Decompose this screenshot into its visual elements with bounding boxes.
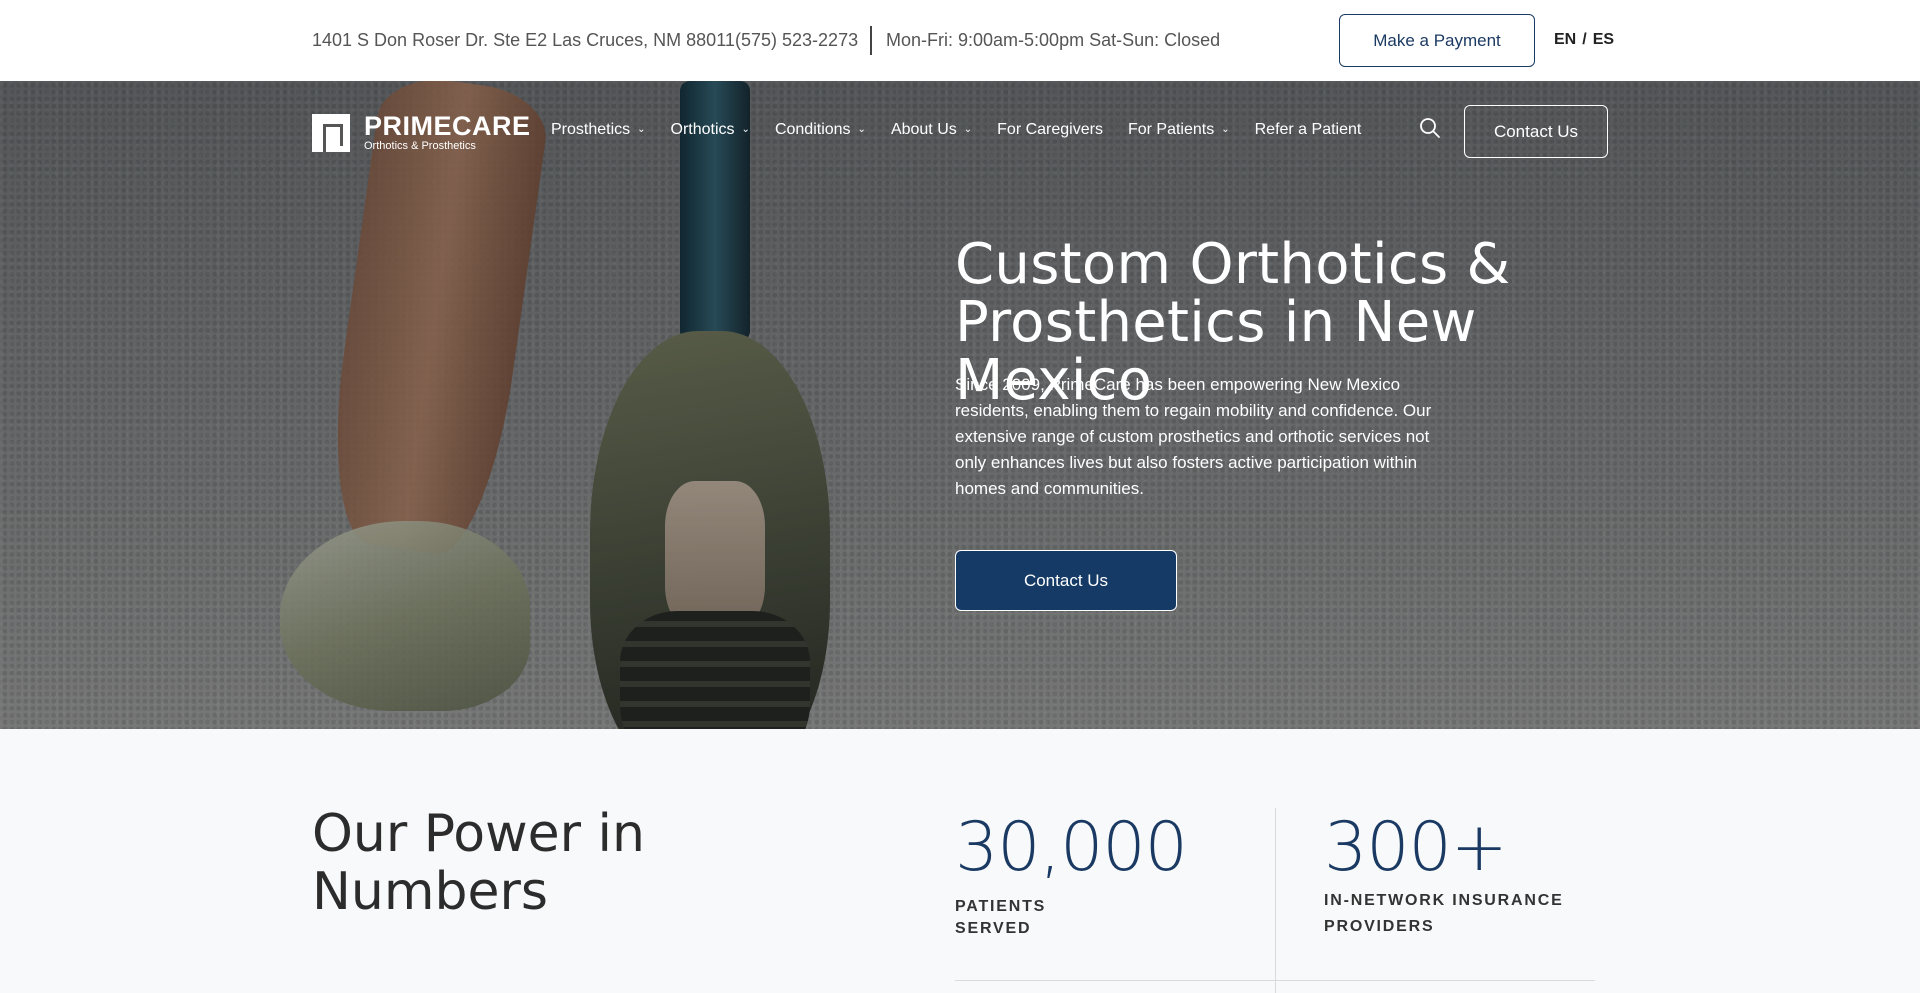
nav-item-for-caregivers[interactable]: For Caregivers (997, 121, 1103, 139)
chevron-down-icon: ⌄ (1221, 123, 1230, 135)
nav-item-label: Conditions (774, 121, 851, 138)
nav-item-refer-a-patient[interactable]: Refer a Patient (1255, 121, 1362, 139)
address[interactable]: 1401 S Don Roser Dr. Ste E2 Las Cruces, … (312, 30, 735, 51)
logo-brand: PRIMECARE (364, 111, 531, 141)
business-hours: Mon-Fri: 9:00am-5:00pm Sat-Sun: Closed (886, 30, 1221, 50)
stats-divider (1275, 808, 1276, 993)
nav-item-label: Prosthetics (551, 121, 631, 138)
hero-description: Since 2009, PrimeCare has been empowerin… (955, 375, 1432, 498)
lang-separator: / (1582, 31, 1587, 48)
nav-item-label: For Caregivers (997, 121, 1103, 138)
stats-bottom-divider (955, 980, 1595, 981)
logo-icon (312, 114, 350, 152)
lang-en-link[interactable]: EN (1554, 31, 1576, 49)
stat-label-insurance: IN-NETWORK INSURANCE PROVIDERS (1324, 892, 1564, 935)
site-logo[interactable]: PRIMECARE Orthotics & Prosthetics (312, 113, 531, 153)
chevron-down-icon: ⌄ (963, 123, 973, 135)
top-utility-bar: 1401 S Don Roser Dr. Ste E2 Las Cruces, … (0, 0, 1920, 81)
lang-es-link[interactable]: ES (1593, 31, 1614, 49)
nav-item-label: About Us (890, 121, 957, 138)
nav-item-label: Refer a Patient (1254, 121, 1362, 138)
nav-item-prosthetics[interactable]: Prosthetics ⌄ (551, 121, 646, 139)
nav-item-about-us[interactable]: About Us ⌄ (891, 121, 972, 139)
stat-label-patients: PATIENTS SERVED (955, 898, 1047, 937)
nav-item-orthotics[interactable]: Orthotics ⌄ (671, 121, 750, 139)
nav-item-for-patients[interactable]: For Patients ⌄ (1128, 121, 1230, 139)
phone-number[interactable]: (575) 523-2273 (735, 30, 858, 51)
logo-tagline: Orthotics & Prosthetics (364, 140, 476, 152)
numbers-section-title: Our Power in Numbers (312, 804, 645, 922)
make-payment-button[interactable]: Make a Payment (1339, 14, 1535, 67)
nav-item-label: Orthotics (670, 121, 735, 138)
hero-contact-us-button[interactable]: Contact Us (955, 550, 1177, 611)
stat-value-insurance: 300+ (1324, 808, 1508, 887)
chevron-down-icon: ⌄ (741, 123, 750, 135)
nav-item-conditions[interactable]: Conditions ⌄ (775, 121, 866, 139)
nav-item-label: For Patients (1127, 121, 1215, 138)
chevron-down-icon: ⌄ (637, 123, 646, 135)
divider (870, 26, 872, 55)
main-nav: Prosthetics ⌄ Orthotics ⌄ Conditions ⌄ A… (551, 121, 1361, 139)
language-switcher: EN / ES (1554, 31, 1614, 49)
chevron-down-icon: ⌄ (857, 123, 866, 135)
stat-value-patients: 30,000 (955, 808, 1188, 887)
contact-us-nav-button[interactable]: Contact Us (1464, 105, 1608, 158)
search-icon[interactable] (1418, 116, 1442, 140)
